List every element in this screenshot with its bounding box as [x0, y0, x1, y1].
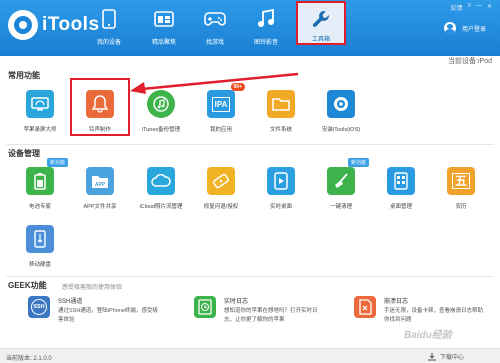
nav-games[interactable]: 找游戏: [194, 0, 236, 56]
divider: [6, 144, 494, 145]
user-login-label: 用户登录: [461, 26, 486, 33]
tool-icloud-photos[interactable]: iCloud照片流管理: [131, 167, 191, 210]
geek-title: SSH通道: [58, 299, 83, 305]
user-login[interactable]: 用户登录: [443, 22, 486, 34]
divider: [6, 276, 494, 277]
desktop-grid-icon: [387, 167, 415, 195]
tool-app-file-share[interactable]: APP APP文件共享: [70, 167, 130, 210]
log-icon: [194, 296, 216, 318]
nav-label: 图铃影音: [253, 40, 278, 46]
new-feature-badge: 新功能: [46, 158, 68, 167]
tool-label: 桌面管理: [389, 204, 412, 210]
geek-title: 崩溃日志: [384, 299, 409, 305]
tool-install-itools-ios[interactable]: 安装iTools(iOS): [311, 90, 371, 133]
new-feature-badge: 新功能: [347, 158, 369, 167]
broom-icon: 新功能: [327, 158, 369, 195]
status-bar: 当前版本: 2.1.0.0 下载中心: [0, 348, 500, 363]
tool-label: 修复闪退/授权: [203, 204, 239, 210]
section-title-common: 常用功能: [8, 71, 40, 80]
tool-my-apps[interactable]: IPA 99+ 我的应用: [191, 83, 251, 133]
download-label: 下载中心: [439, 355, 464, 361]
tool-screen-record[interactable]: 苹果录屏大师: [10, 90, 70, 133]
tool-label: 农历: [455, 204, 467, 210]
watermark: Baidu经验: [404, 330, 452, 341]
minimize-button[interactable]: —: [476, 3, 482, 12]
geek-title: 实时日志: [224, 299, 249, 305]
nav-store[interactable]: 精品聚焦: [143, 0, 185, 56]
screen-record-icon: [26, 90, 54, 118]
usb-drive-icon: [26, 225, 54, 253]
tool-label: iCloud照片流管理: [139, 204, 183, 210]
section-title-device: 设备管理: [8, 149, 40, 158]
current-device: 当前设备:iPod: [448, 58, 492, 65]
tool-one-click-clean[interactable]: 新功能 一键清理: [311, 158, 371, 210]
tool-label: 苹果录屏大师: [23, 127, 57, 133]
tool-label: 电池专家: [28, 204, 51, 210]
tool-live-desktop[interactable]: 实时桌面: [251, 167, 311, 210]
music-icon: [255, 8, 277, 30]
nav-media[interactable]: 图铃影音: [245, 0, 287, 56]
nav-toolbox[interactable]: 工具箱: [296, 1, 346, 45]
calendar-icon: 五: [447, 167, 475, 195]
close-button[interactable]: ✕: [487, 3, 492, 12]
nav-label: 精品聚焦: [151, 40, 176, 46]
ipa-icon: IPA 99+: [207, 83, 245, 118]
battery-icon: 新功能: [26, 158, 68, 195]
wrench-icon: [310, 8, 332, 30]
section-title-geek: GEEK功能: [8, 281, 47, 290]
itools-ios-icon: [327, 90, 355, 118]
tool-label: 一键清理: [329, 204, 352, 210]
tool-desktop-manager[interactable]: 桌面管理: [371, 167, 431, 210]
version-label: 当前版本: 2.1.0.0: [6, 356, 52, 362]
tool-lunar-calendar[interactable]: 五 农历: [431, 167, 491, 210]
tool-fix-crash[interactable]: 修复闪退/授权: [191, 167, 251, 210]
fix-icon: [207, 167, 235, 195]
nav-my-device[interactable]: 我的设备: [88, 0, 130, 56]
section-subtitle-geek: 感受极客般的使用体验: [62, 285, 123, 291]
tool-mobile-disk[interactable]: 移动硬盘: [10, 225, 70, 268]
highlight-box: [70, 78, 130, 136]
geek-realtime-log[interactable]: 实时日志 想知道你的苹果在想啥吗？打开实时日志，让你更了解你的苹果: [194, 296, 324, 325]
cloud-icon: [147, 167, 175, 195]
ssh-icon: SSH: [28, 296, 50, 318]
red-arrow-icon: [130, 72, 299, 94]
menu-button[interactable]: ≡: [467, 3, 471, 12]
nav-label: 工具箱: [311, 37, 330, 43]
window-controls: 反馈 ≡ — ✕: [450, 3, 492, 12]
store-icon: [153, 8, 175, 30]
gamepad-icon: [204, 8, 226, 30]
tool-label: iTunes备份管理: [141, 127, 181, 133]
download-icon: [427, 352, 436, 360]
tool-label: 我的应用: [209, 127, 232, 133]
tool-file-system[interactable]: 文件系统: [251, 90, 311, 133]
avatar: [443, 22, 456, 34]
app-logo: iTools: [8, 10, 100, 40]
download-center-button[interactable]: 下载中心: [427, 352, 464, 361]
tool-label: 安装iTools(iOS): [322, 127, 360, 133]
geek-desc: 想知道你的苹果在想啥吗？打开实时日志，让你更了解你的苹果: [224, 308, 318, 323]
nav-label: 我的设备: [96, 40, 121, 46]
play-icon: [267, 167, 295, 195]
phone-icon: [98, 8, 120, 30]
tool-label: APP文件共享: [83, 204, 117, 210]
geek-crash-log[interactable]: 崩溃日志 手迷无限，设备卡顿，查看崩溃日志帮助你找到问题: [354, 296, 484, 325]
tool-label: 移动硬盘: [28, 262, 51, 268]
geek-desc: 通过SSH通道，登陆iPhone终端，感受极客体验: [58, 308, 158, 323]
crash-log-icon: [354, 296, 376, 318]
header: iTools 我的设备 精品聚焦 找游戏 图铃影音 工具箱 反馈 ≡ — ✕ 用…: [0, 0, 500, 56]
tool-label: 实时桌面: [269, 204, 292, 210]
app-share-icon: APP: [86, 167, 114, 195]
geek-desc: 手迷无限，设备卡顿，查看崩溃日志帮助你找到问题: [384, 308, 484, 323]
music-backup-icon: [147, 90, 175, 118]
geek-ssh[interactable]: SSH SSH通道 通过SSH通道，登陆iPhone终端，感受极客体验: [28, 296, 158, 325]
tool-label: 文件系统: [269, 127, 292, 133]
itools-logo-icon: [8, 10, 38, 40]
svg-text:APP: APP: [95, 182, 106, 188]
nav-label: 找游戏: [205, 40, 224, 46]
folder-icon: [267, 90, 295, 118]
feedback-link[interactable]: 反馈: [450, 3, 462, 12]
tool-itunes-backup[interactable]: iTunes备份管理: [131, 90, 191, 133]
tool-battery-expert[interactable]: 新功能 电池专家: [10, 158, 70, 210]
